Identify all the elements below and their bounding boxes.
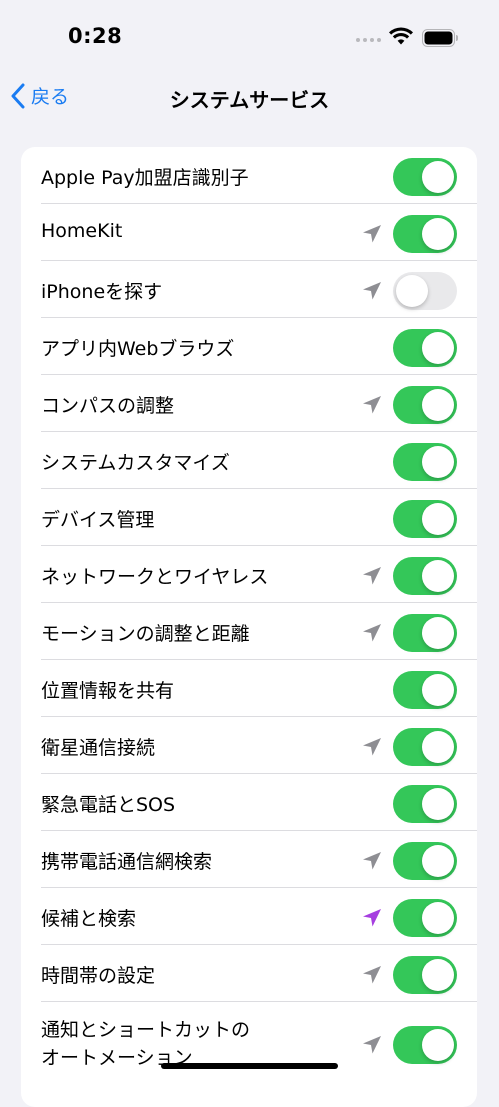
service-row: iPhoneを探す — [21, 261, 477, 318]
status-bar: 0:28 — [0, 0, 499, 72]
location-arrow-icon — [363, 738, 381, 756]
service-label: 位置情報を共有 — [41, 680, 175, 702]
service-toggle[interactable] — [393, 215, 457, 253]
service-row: 時間帯の設定 — [21, 945, 477, 1002]
toggle-knob — [422, 332, 454, 364]
service-label: 候補と検索 — [41, 908, 137, 930]
service-label: システムカスタマイズ — [41, 452, 230, 474]
service-toggle[interactable] — [393, 443, 457, 481]
service-row: 携帯電話通信網検索 — [21, 831, 477, 888]
service-row: Apple Pay加盟店識別子 — [21, 147, 477, 204]
status-time: 0:28 — [68, 24, 123, 48]
service-toggle[interactable] — [393, 614, 457, 652]
toggle-knob — [422, 902, 454, 934]
location-arrow-icon — [363, 567, 381, 585]
toggle-knob — [422, 674, 454, 706]
toggle-knob — [422, 731, 454, 763]
toggle-knob — [422, 446, 454, 478]
service-toggle[interactable] — [393, 671, 457, 709]
service-label: 緊急電話とSOS — [41, 794, 176, 816]
service-toggle[interactable] — [393, 899, 457, 937]
service-row: システムカスタマイズ — [21, 432, 477, 489]
toggle-knob — [422, 959, 454, 991]
location-arrow-icon — [363, 282, 381, 300]
location-arrow-icon — [363, 225, 381, 243]
service-row: 候補と検索 — [21, 888, 477, 945]
location-arrow-icon — [363, 624, 381, 642]
service-row: コンパスの調整 — [21, 375, 477, 432]
location-arrow-icon — [363, 852, 381, 870]
toggle-knob — [422, 389, 454, 421]
toggle-knob — [422, 161, 454, 193]
toggle-knob — [422, 845, 454, 877]
toggle-knob — [422, 1029, 454, 1061]
service-label: HomeKit — [41, 220, 123, 242]
home-indicator[interactable] — [161, 1063, 338, 1069]
service-toggle[interactable] — [393, 329, 457, 367]
battery-icon — [422, 29, 458, 47]
toggle-knob — [422, 788, 454, 820]
service-label: モーションの調整と距離 — [41, 623, 250, 645]
service-toggle[interactable] — [393, 785, 457, 823]
service-toggle[interactable] — [393, 272, 457, 310]
service-label: Apple Pay加盟店識別子 — [41, 167, 249, 189]
service-label: アプリ内Webブラウズ — [41, 338, 235, 360]
service-label: 衛星通信接続 — [41, 737, 156, 759]
toggle-knob — [422, 218, 454, 250]
service-toggle[interactable] — [393, 728, 457, 766]
service-label: ネットワークとワイヤレス — [41, 566, 269, 588]
service-row: アプリ内Webブラウズ — [21, 318, 477, 375]
service-row: 位置情報を共有 — [21, 660, 477, 717]
location-arrow-icon — [363, 396, 381, 414]
service-row: ネットワークとワイヤレス — [21, 546, 477, 603]
location-arrow-icon — [363, 909, 381, 927]
toggle-knob — [422, 560, 454, 592]
navigation-bar: 戻る システムサービス — [0, 72, 499, 122]
toggle-knob — [422, 617, 454, 649]
toggle-knob — [396, 275, 428, 307]
service-label: 時間帯の設定 — [41, 965, 156, 987]
service-toggle[interactable] — [393, 956, 457, 994]
service-row: モーションの調整と距離 — [21, 603, 477, 660]
service-row: 緊急電話とSOS — [21, 774, 477, 831]
service-toggle[interactable] — [393, 1026, 457, 1064]
system-services-list: Apple Pay加盟店識別子 HomeKit iPhoneを探すアプリ内Webブラ… — [21, 147, 477, 1107]
service-label: 携帯電話通信網検索 — [41, 851, 213, 873]
service-toggle[interactable] — [393, 500, 457, 538]
cellular-signal-icon — [356, 38, 381, 42]
service-toggle[interactable] — [393, 557, 457, 595]
service-label: iPhoneを探す — [41, 281, 163, 303]
service-row: デバイス管理 — [21, 489, 477, 546]
service-label: デバイス管理 — [41, 509, 155, 531]
location-arrow-icon — [363, 966, 381, 984]
service-row: 通知とショートカットの オートメーション — [21, 1002, 477, 1107]
service-toggle[interactable] — [393, 158, 457, 196]
toggle-knob — [422, 503, 454, 535]
service-label: コンパスの調整 — [41, 395, 175, 417]
service-row: 衛星通信接続 — [21, 717, 477, 774]
page-title: システムサービス — [169, 88, 330, 112]
service-toggle[interactable] — [393, 842, 457, 880]
service-toggle[interactable] — [393, 386, 457, 424]
service-row: HomeKit — [21, 204, 477, 261]
location-arrow-icon — [363, 1036, 381, 1054]
wifi-icon — [389, 27, 413, 45]
